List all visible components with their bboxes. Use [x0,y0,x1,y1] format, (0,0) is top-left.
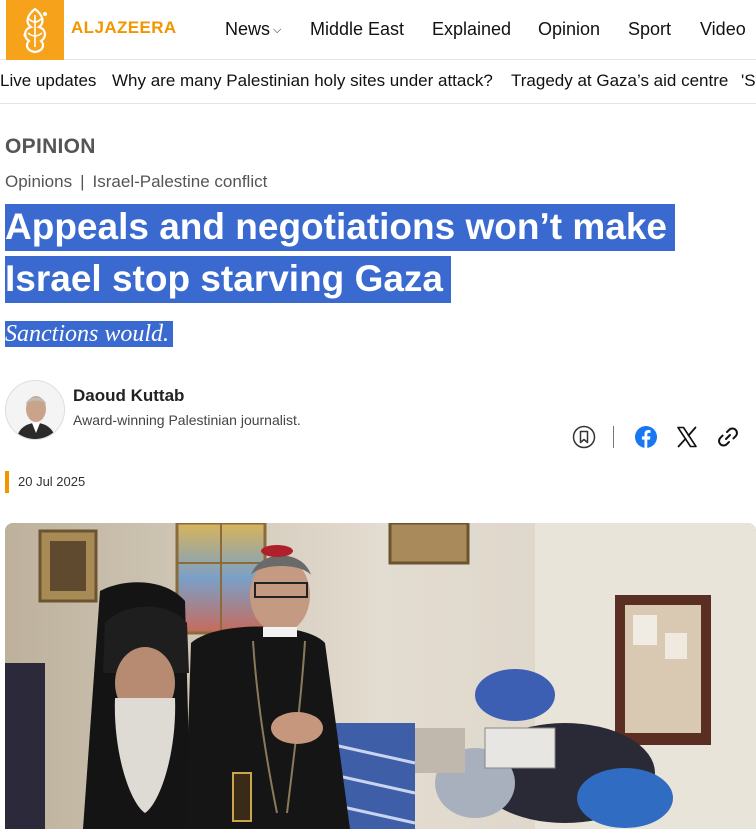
nav-item-sport[interactable]: Sport [628,19,671,40]
nav-item-middle-east[interactable]: Middle East [310,19,404,40]
author-name[interactable]: Daoud Kuttab [73,386,184,406]
trending-item-truncated[interactable]: 'St [741,71,756,91]
nav-item-label: News [225,19,271,39]
x-icon[interactable] [674,424,700,450]
logo-wordmark[interactable]: ALJAZEERA [71,18,177,38]
article-headline: Appeals and negotiations won’t make Isra… [5,201,685,305]
trending-item-holy-sites[interactable]: Why are many Palestinian holy sites unde… [112,71,493,91]
breadcrumb-opinions[interactable]: Opinions [5,172,72,191]
facebook-icon[interactable] [633,424,659,450]
article-hero-image[interactable] [5,523,756,829]
nav-item-opinion[interactable]: Opinion [538,19,600,40]
headline-line-1: Appeals and negotiations won’t make [5,204,675,251]
link-icon[interactable] [715,424,741,450]
nav-item-explained[interactable]: Explained [432,19,511,40]
trending-item-live-updates[interactable]: Live updates [0,71,96,91]
bookmark-icon[interactable] [571,424,597,450]
author-avatar[interactable] [5,380,65,440]
publish-date: 20 Jul 2025 [18,474,86,489]
trending-bar: Live updates Why are many Palestinian ho… [0,60,756,104]
standfirst-text: Sanctions would. [5,321,174,347]
article-kicker: OPINION [5,135,96,158]
trending-item-aid-centre[interactable]: Tragedy at Gaza’s aid centre [511,71,728,91]
breadcrumb-israel-palestine[interactable]: Israel-Palestine conflict [93,172,268,191]
date-accent-bar [5,471,9,493]
nav-item-video[interactable]: Video [700,19,746,40]
author-bio: Award-winning Palestinian journalist. [73,412,301,428]
share-divider [613,426,614,448]
site-header: ALJAZEERA News ⌵ Middle East Explained Op… [0,0,756,60]
headline-line-2: Israel stop starving Gaza [5,256,452,303]
aljazeera-logo-icon[interactable] [6,0,64,60]
breadcrumb-separator: | [80,172,85,191]
nav-item-news[interactable]: News ⌵ [225,19,281,40]
chevron-down-icon: ⌵ [273,24,282,36]
breadcrumb: Opinions | Israel-Palestine conflict [5,172,267,192]
article-standfirst: Sanctions would. [5,316,174,352]
